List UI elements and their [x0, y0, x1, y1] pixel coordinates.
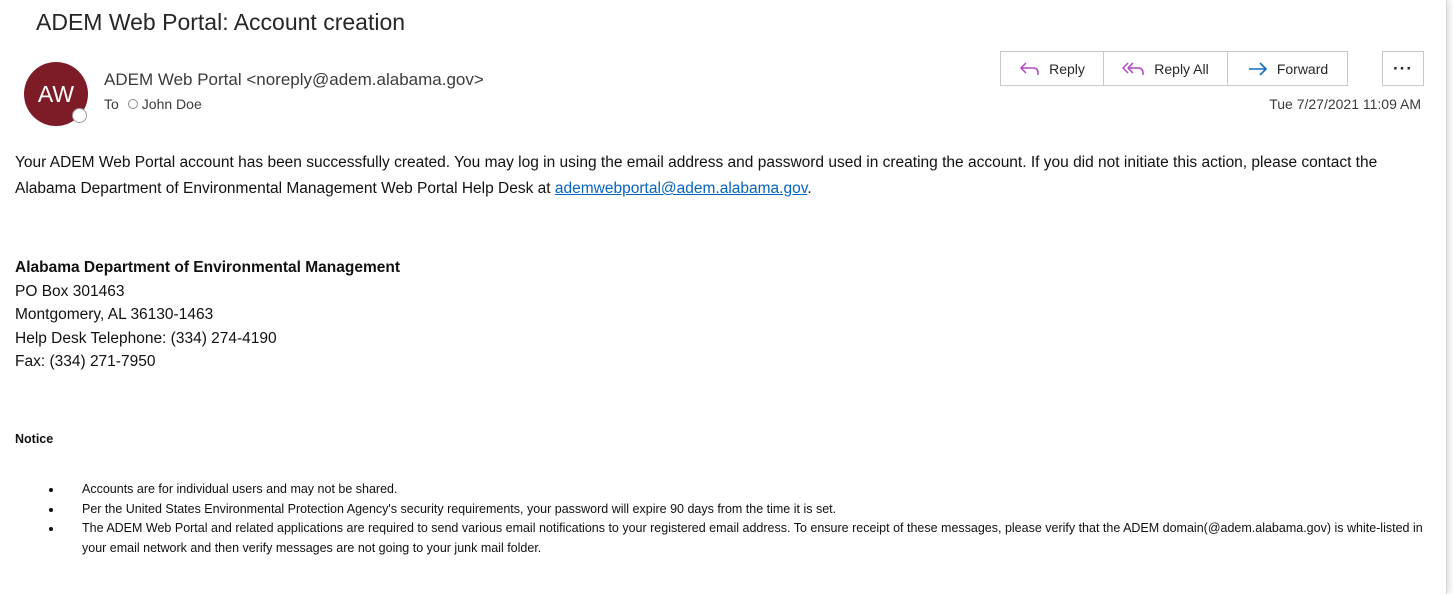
reply-label: Reply [1049, 60, 1085, 77]
notice-list: Accounts are for individual users and ma… [15, 480, 1435, 558]
more-icon: ··· [1393, 58, 1413, 78]
help-desk-email-link[interactable]: ademwebportal@adem.alabama.gov [555, 180, 807, 197]
notice-item: Per the United States Environmental Prot… [15, 500, 1435, 520]
forward-label: Forward [1276, 60, 1329, 77]
recipient-row: To John Doe [104, 96, 202, 112]
signature-city: Montgomery, AL 36130-1463 [15, 306, 214, 323]
more-actions-button[interactable]: ··· [1382, 51, 1424, 86]
email-subject: ADEM Web Portal: Account creation [36, 9, 406, 35]
message-actions: Reply Reply All Forward [1000, 51, 1348, 86]
signature-phone: Help Desk Telephone: (334) 274-4190 [15, 329, 277, 347]
presence-status-icon [72, 108, 87, 123]
reply-arrow-icon [1020, 61, 1039, 75]
signature-block: Alabama Department of Environmental Mana… [15, 256, 400, 374]
signature-fax: Fax: (334) 271-7950 [15, 353, 156, 370]
signature-po-box: PO Box 301463 [15, 282, 125, 300]
to-label: To [104, 96, 119, 112]
avatar-initials: AW [37, 80, 75, 107]
sender-address[interactable]: ADEM Web Portal <noreply@adem.alabama.go… [104, 70, 484, 90]
reply-button[interactable]: Reply [1000, 51, 1104, 86]
recipient-name[interactable]: John Doe [142, 96, 202, 112]
notice-item: Accounts are for individual users and ma… [15, 480, 1435, 500]
body-text-post: . [807, 180, 812, 197]
received-date: Tue 7/27/2021 11:09 AM [1269, 96, 1421, 112]
signature-org: Alabama Department of Environmental Mana… [15, 259, 400, 276]
email-body-paragraph: Your ADEM Web Portal account has been su… [15, 150, 1435, 202]
reply-all-arrow-icon [1122, 61, 1145, 75]
reply-all-label: Reply All [1154, 60, 1209, 77]
notice-item: The ADEM Web Portal and related applicat… [15, 519, 1435, 558]
recipient-presence-icon [127, 99, 138, 109]
notice-heading: Notice [15, 432, 54, 446]
reply-all-button[interactable]: Reply All [1104, 51, 1228, 86]
forward-arrow-icon [1248, 61, 1267, 76]
email-reading-pane: ADEM Web Portal: Account creation AW ADE… [0, 0, 1447, 594]
forward-button[interactable]: Forward [1228, 51, 1348, 86]
